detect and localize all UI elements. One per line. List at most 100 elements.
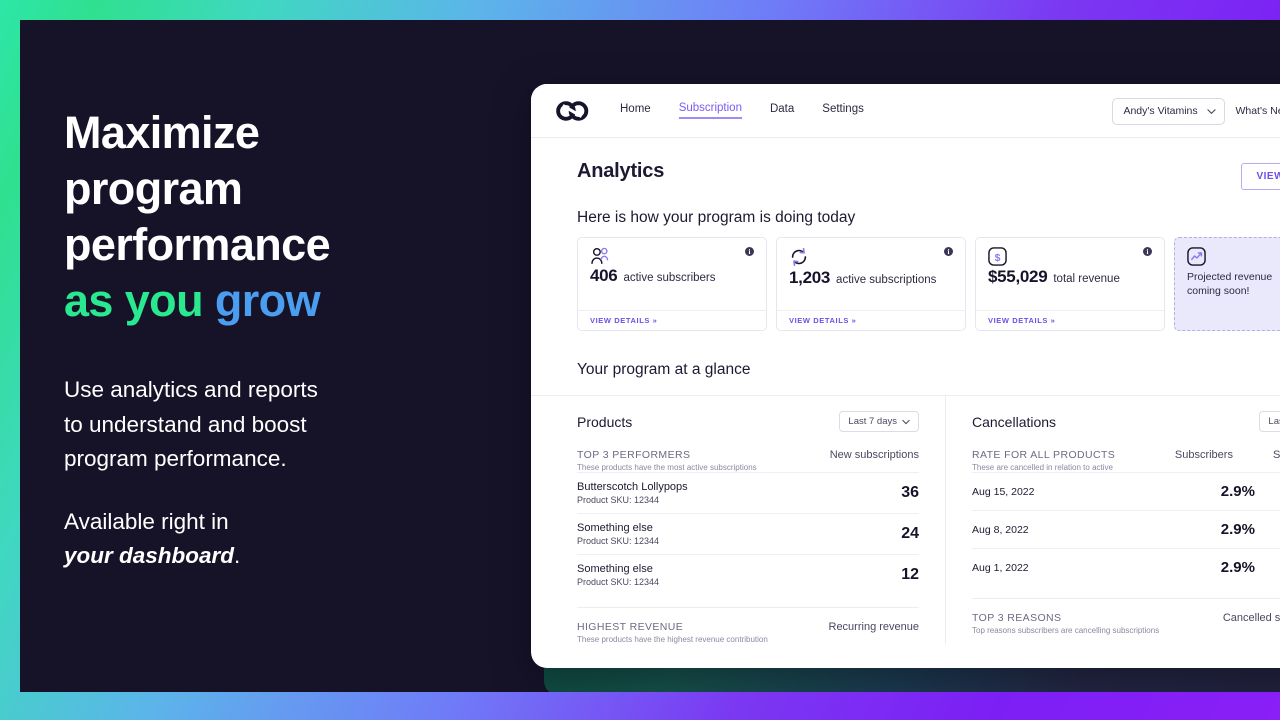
chevron-down-icon	[1207, 108, 1217, 114]
stat-card-active-subscriptions[interactable]: i 1,203 active subscriptions VIEW DETAIL…	[776, 237, 966, 331]
product-name: Something else	[577, 563, 653, 575]
cancellations-footer-title: TOP 3 REASONS	[972, 612, 1062, 624]
products-group-header: TOP 3 PERFORMERS These products have the…	[577, 449, 919, 472]
account-select[interactable]: Andy's Vitamins	[1112, 97, 1226, 125]
users-icon	[591, 247, 609, 265]
headline-line-1: Maximize	[64, 107, 260, 158]
cancellation-date: Aug 1, 2022	[972, 561, 1029, 574]
table-row[interactable]: Aug 8, 2022 2.9% 4.9%	[972, 510, 1280, 548]
nav-links: Home Subscription Data Settings	[620, 102, 864, 119]
account-select-value: Andy's Vitamins	[1123, 105, 1198, 117]
products-footer-group: HIGHEST REVENUE These products have the …	[577, 607, 919, 644]
projected-revenue-text: Projected revenue coming soon!	[1175, 266, 1280, 298]
slide-canvas: Maximize program performance as you grow…	[0, 0, 1280, 720]
view-report-button[interactable]: VIEW REPORT	[1241, 163, 1280, 190]
cancellations-footer-sub: Top reasons subscribers are cancelling s…	[972, 626, 1160, 635]
cancellation-values: 2.9% 4.9%	[1199, 483, 1280, 500]
body-line-3: program performance.	[64, 446, 287, 471]
cancellations-group-title: RATE FOR ALL PRODUCTS	[972, 449, 1116, 461]
headline-line-3: performance	[64, 219, 331, 270]
products-range-dropdown[interactable]: Last 7 days	[839, 411, 919, 432]
stat-value: $55,029	[988, 267, 1048, 286]
stat-cards: i 406 active subscribers VIEW DETAILS »	[531, 237, 1280, 331]
interlocking-rings-logo[interactable]	[555, 97, 591, 125]
cancellations-footer-group: TOP 3 REASONS Top reasons subscribers ar…	[972, 598, 1280, 635]
products-panel-title: Products	[577, 413, 633, 430]
whats-new-label: What's New?	[1235, 105, 1280, 117]
nav-item-settings[interactable]: Settings	[822, 103, 864, 118]
body-line-5: your dashboard.	[64, 539, 494, 574]
stat-card-active-subscribers[interactable]: i 406 active subscribers VIEW DETAILS »	[577, 237, 767, 331]
headline-accent-a: as you	[64, 275, 215, 326]
nav-item-home[interactable]: Home	[620, 103, 651, 118]
products-group-sub: These products have the most active subs…	[577, 463, 757, 472]
view-details-link[interactable]: VIEW DETAILS »	[578, 310, 766, 330]
products-footer-column: Recurring revenue	[828, 621, 920, 633]
dashboard-navbar: Home Subscription Data Settings Andy's V…	[531, 84, 1280, 138]
product-value: 24	[901, 525, 919, 542]
glance-panels: Products Last 7 days TOP 3 PERFORMERS Th…	[531, 395, 1280, 644]
info-icon[interactable]: i	[745, 247, 754, 256]
table-row[interactable]: Something else Product SKU: 12344 24	[577, 513, 919, 554]
product-name: Something else	[577, 522, 653, 534]
products-panel-head: Products Last 7 days	[577, 411, 919, 432]
stat-card-icon-row: $ i	[976, 238, 1164, 266]
headline-accent-b: grow	[214, 275, 321, 326]
cancellations-panel-head: Cancellations Last 7 days	[972, 411, 1280, 432]
product-sku: Product SKU: 12344	[577, 536, 660, 546]
product-sku: Product SKU: 12344	[577, 495, 660, 505]
whats-new-link[interactable]: What's New? 1	[1235, 105, 1280, 117]
cancellation-subscribers-rate: 2.9%	[1220, 483, 1255, 500]
cancellations-column-subscribers: Subscribers	[1174, 449, 1233, 461]
headline-line-2: program	[64, 163, 243, 214]
info-icon[interactable]: i	[944, 247, 953, 256]
nav-item-data[interactable]: Data	[770, 103, 794, 118]
body-line-5-italic: your dashboard	[64, 543, 235, 568]
products-footer-sub: These products have the highest revenue …	[577, 635, 768, 644]
page-title: Analytics	[577, 160, 665, 182]
dashboard-window: Home Subscription Data Settings Andy's V…	[531, 84, 1280, 668]
cancellations-group-header: RATE FOR ALL PRODUCTS These are cancelle…	[972, 449, 1280, 472]
nav-item-subscription[interactable]: Subscription	[678, 102, 742, 119]
products-column-header: New subscriptions	[829, 449, 919, 461]
table-row[interactable]: Something else Product SKU: 12344 12	[577, 554, 919, 595]
projected-line-2: coming soon!	[1187, 285, 1250, 297]
products-footer-label: HIGHEST REVENUE These products have the …	[577, 621, 768, 644]
stat-value: 1,203	[789, 268, 831, 287]
cancellations-footer-column: Cancelled subscriptions	[1222, 612, 1280, 624]
products-footer-header: HIGHEST REVENUE These products have the …	[577, 621, 919, 644]
cancellations-group-sub: These are cancelled in relation to activ…	[972, 463, 1113, 472]
stat-card-value-row: 1,203 active subscriptions	[777, 267, 965, 288]
nav-right-group: Andy's Vitamins What's New? 1	[1112, 84, 1280, 138]
cancellation-subscribers-rate: 2.9%	[1220, 521, 1255, 538]
body-line-2: to understand and boost	[64, 411, 307, 437]
cancellations-footer-header: TOP 3 REASONS Top reasons subscribers ar…	[972, 612, 1280, 635]
cancellation-date: Aug 15, 2022	[972, 485, 1035, 498]
products-group-title: TOP 3 PERFORMERS	[577, 449, 691, 461]
products-footer-title: HIGHEST REVENUE	[577, 621, 684, 633]
table-row[interactable]: Aug 1, 2022 2.9% 4.9%	[972, 548, 1280, 586]
view-details-link[interactable]: VIEW DETAILS »	[777, 310, 965, 330]
view-details-link[interactable]: VIEW DETAILS »	[976, 310, 1164, 330]
marketing-body: Use analytics and reports to understand …	[64, 373, 494, 574]
cancellations-panel-title: Cancellations	[972, 413, 1057, 430]
chevron-down-icon	[902, 419, 910, 424]
cancellations-range-dropdown[interactable]: Last 7 days	[1259, 411, 1280, 432]
headline-accent-line: as you grow	[64, 273, 494, 329]
stat-card-icon-row	[1175, 238, 1280, 266]
products-group-label: TOP 3 PERFORMERS These products have the…	[577, 449, 757, 472]
product-value: 12	[901, 566, 919, 583]
stat-value: 406	[590, 266, 618, 285]
glance-title: Your program at a glance	[577, 361, 751, 378]
cancellation-subscribers-rate: 2.9%	[1220, 559, 1255, 576]
marketing-copy: Maximize program performance as you grow…	[64, 105, 494, 574]
table-row[interactable]: Aug 15, 2022 2.9% 4.9%	[972, 472, 1280, 510]
product-name: Butterscotch Lollypops	[577, 481, 688, 493]
stat-card-total-revenue[interactable]: $ i $55,029 total revenue VIEW DETAILS »	[975, 237, 1165, 331]
products-range-value: Last 7 days	[848, 416, 897, 427]
body-line-5-tail: .	[234, 543, 241, 568]
info-icon[interactable]: i	[1143, 247, 1152, 256]
table-row[interactable]: Butterscotch Lollypops Product SKU: 1234…	[577, 472, 919, 513]
body-line-1: Use analytics and reports	[64, 377, 318, 402]
cancellations-column-group: Subscribers Subscriptions	[1175, 449, 1280, 461]
